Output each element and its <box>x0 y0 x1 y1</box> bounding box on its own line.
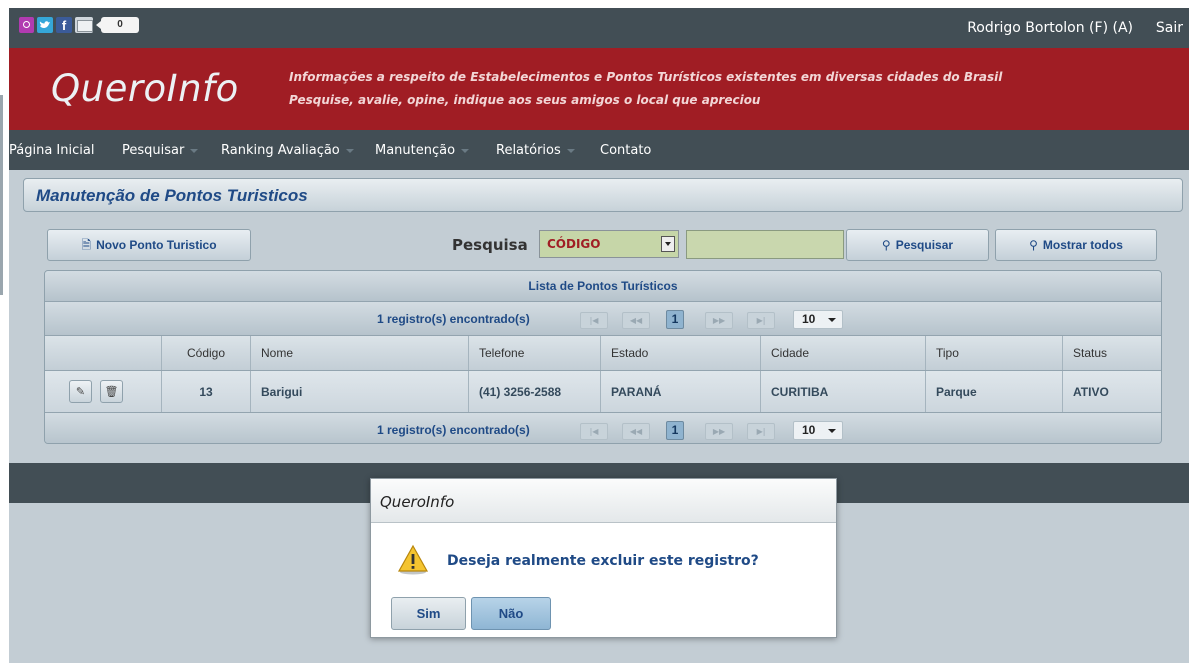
dialog-message: Deseja realmente excluir este registro? <box>447 553 759 569</box>
current-page-button[interactable]: 1 <box>666 421 684 440</box>
panel-header: Manutenção de Pontos Turisticos <box>23 178 1183 212</box>
cell-telefone: (41) 3256-2588 <box>469 371 601 412</box>
table-caption: Lista de Pontos Turísticos <box>528 279 678 293</box>
user-name[interactable]: Rodrigo Bortolon (F) (A) <box>967 20 1133 36</box>
show-all-button[interactable]: ⚲ Mostrar todos <box>995 229 1157 261</box>
logo[interactable]: QueroInfo <box>51 67 239 110</box>
menu-item-pesquisar[interactable]: Pesquisar <box>122 143 199 158</box>
next-page-icon[interactable]: ▶▶ <box>705 312 733 329</box>
orkut-icon[interactable] <box>19 17 34 33</box>
search-button-label: Pesquisar <box>895 238 954 252</box>
current-page-button[interactable]: 1 <box>666 310 684 329</box>
search-icon: ⚲ <box>881 238 891 252</box>
menu-item-contato[interactable]: Contato <box>600 143 651 158</box>
main-menu: Página Inicial Pesquisar Ranking Avaliaç… <box>9 130 1189 170</box>
search-field-value: CÓDIGO <box>547 237 601 251</box>
last-page-icon[interactable]: ▶| <box>747 312 775 329</box>
show-all-button-label: Mostrar todos <box>1042 238 1123 252</box>
document-icon: 🗎 <box>81 238 92 252</box>
dialog-header[interactable]: QueroInfo <box>371 479 836 523</box>
table-header-row: Código Nome Telefone Estado Cidade Tipo … <box>45 336 1161 371</box>
rows-per-page-select[interactable]: 10 <box>793 421 843 440</box>
menu-item-relatorios[interactable]: Relatórios <box>496 143 575 158</box>
menu-label: Pesquisar <box>122 143 185 158</box>
window-edge <box>0 0 9 663</box>
chevron-down-icon <box>461 148 470 153</box>
page: f 0 Rodrigo Bortolon (F) (A) Sair QueroI… <box>0 0 1189 663</box>
search-icon: ⚲ <box>1029 238 1038 252</box>
chevron-down-icon[interactable] <box>661 236 675 252</box>
warning-icon <box>397 544 429 575</box>
prev-page-icon[interactable]: ◀◀ <box>622 423 650 440</box>
banner: QueroInfo Informações a respeito de Esta… <box>9 48 1189 130</box>
menu-label: Página Inicial <box>9 143 95 158</box>
dialog-title: QueroInfo <box>380 493 455 511</box>
new-button-label: Novo Ponto Turistico <box>96 238 217 252</box>
table-row[interactable]: ✎ 🗑 13 Barigui (41) 3256-2588 PARANÁ CUR… <box>45 371 1161 413</box>
cell-codigo: 13 <box>162 371 251 412</box>
facebook-icon[interactable]: f <box>56 17 72 33</box>
column-header-telefone[interactable]: Telefone <box>469 336 601 370</box>
search-input[interactable] <box>686 230 844 259</box>
search-button[interactable]: ⚲ Pesquisar <box>846 229 989 261</box>
email-icon[interactable] <box>75 17 93 33</box>
column-header-nome[interactable]: Nome <box>251 336 469 370</box>
chevron-down-icon <box>190 148 199 153</box>
next-page-icon[interactable]: ▶▶ <box>705 423 733 440</box>
actions-header <box>45 336 162 370</box>
paginator-top: 1 registro(s) encontrado(s) |◀ ◀◀ 1 ▶▶ ▶… <box>45 302 1161 336</box>
confirm-no-button[interactable]: Não <box>471 597 551 630</box>
chevron-down-icon <box>345 148 354 153</box>
menu-label: Manutenção <box>375 143 456 158</box>
first-page-icon[interactable]: |◀ <box>580 423 608 440</box>
records-count: 1 registro(s) encontrado(s) <box>377 312 530 326</box>
paginator-bottom: 1 registro(s) encontrado(s) |◀ ◀◀ 1 ▶▶ ▶… <box>45 413 1161 443</box>
menu-item-manutencao[interactable]: Manutenção <box>375 143 470 158</box>
column-header-codigo[interactable]: Código <box>162 336 251 370</box>
menu-label: Ranking Avaliação <box>221 143 340 158</box>
delete-icon[interactable]: 🗑 <box>100 380 123 403</box>
banner-tagline: Informações a respeito de Estabeleciment… <box>289 70 1003 84</box>
first-page-icon[interactable]: |◀ <box>580 312 608 329</box>
prev-page-icon[interactable]: ◀◀ <box>622 312 650 329</box>
column-header-tipo[interactable]: Tipo <box>926 336 1063 370</box>
tourist-spots-table: Lista de Pontos Turísticos 1 registro(s)… <box>44 270 1162 444</box>
row-actions: ✎ 🗑 <box>45 371 162 412</box>
app-window: f 0 Rodrigo Bortolon (F) (A) Sair QueroI… <box>9 8 1189 663</box>
new-tourist-spot-button[interactable]: 🗎 Novo Ponto Turistico <box>47 229 251 261</box>
cell-status: ATIVO <box>1073 384 1109 399</box>
column-header-status[interactable]: Status <box>1063 336 1161 370</box>
logout-link[interactable]: Sair <box>1156 20 1183 36</box>
edge-shadow <box>0 95 3 295</box>
column-header-estado[interactable]: Estado <box>601 336 761 370</box>
search-field-select[interactable]: CÓDIGO <box>539 230 679 258</box>
chevron-down-icon <box>566 148 575 153</box>
menu-item-ranking[interactable]: Ranking Avaliação <box>221 143 354 158</box>
twitter-icon[interactable] <box>37 17 53 33</box>
cell-estado: PARANÁ <box>601 371 761 412</box>
edit-icon[interactable]: ✎ <box>69 380 92 403</box>
menu-label: Contato <box>600 143 652 158</box>
share-count-badge: 0 <box>96 17 139 33</box>
banner-subtagline: Pesquise, avalie, opine, indique aos seu… <box>289 93 761 107</box>
cell-cidade: CURITIBA <box>761 371 926 412</box>
records-count: 1 registro(s) encontrado(s) <box>377 423 530 437</box>
menu-item-pagina-inicial[interactable]: Página Inicial <box>9 143 94 158</box>
rows-per-page-select[interactable]: 10 <box>793 310 843 329</box>
menu-label: Relatórios <box>496 143 561 158</box>
column-header-cidade[interactable]: Cidade <box>761 336 926 370</box>
table-caption-bar: Lista de Pontos Turísticos <box>45 271 1161 302</box>
cell-nome: Barigui <box>251 371 469 412</box>
confirm-delete-dialog: QueroInfo Deseja realmente excluir este … <box>370 478 837 638</box>
top-bar: f 0 Rodrigo Bortolon (F) (A) Sair <box>9 8 1189 48</box>
last-page-icon[interactable]: ▶| <box>747 423 775 440</box>
cell-tipo: Parque <box>926 371 1063 412</box>
confirm-yes-button[interactable]: Sim <box>391 597 466 630</box>
page-title: Manutenção de Pontos Turisticos <box>36 186 308 205</box>
search-label: Pesquisa <box>452 236 528 254</box>
